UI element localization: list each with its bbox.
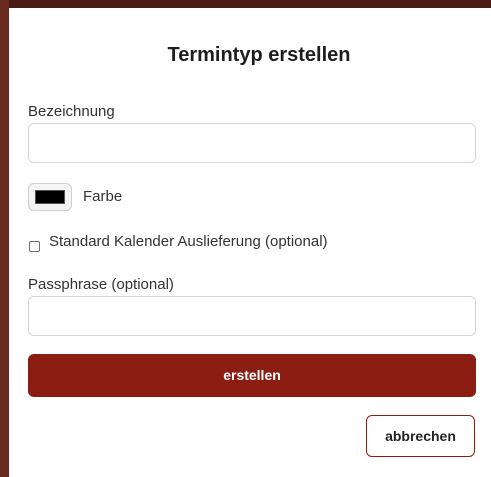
dialog-title: Termintyp erstellen — [167, 44, 351, 66]
name-label: Bezeichnung — [28, 103, 115, 120]
color-label: Farbe — [83, 188, 123, 205]
cancel-button[interactable]: abbrechen — [366, 415, 475, 457]
default-calendar-label: Standard Kalender Auslieferung (optional… — [49, 233, 328, 250]
name-input[interactable] — [28, 123, 476, 163]
backdrop-left-edge — [0, 0, 9, 477]
color-swatch — [35, 190, 65, 204]
backdrop-top-edge — [0, 0, 491, 8]
passphrase-label: Passphrase (optional) — [28, 276, 174, 293]
default-calendar-checkbox[interactable] — [29, 241, 40, 252]
create-appointment-type-dialog: Termintyp erstellen Bezeichnung Farbe St… — [9, 8, 491, 477]
passphrase-input[interactable] — [28, 296, 476, 336]
create-button[interactable]: erstellen — [28, 354, 476, 397]
color-picker-button[interactable] — [28, 183, 72, 211]
